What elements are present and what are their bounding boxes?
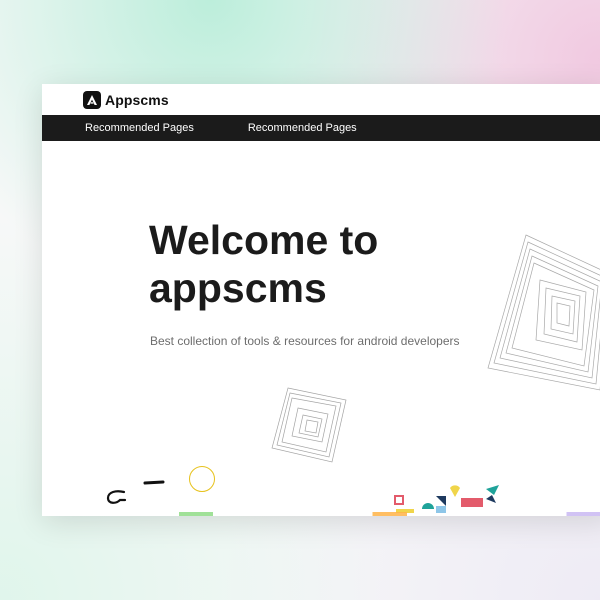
brand-name: Appscms [105,91,169,108]
dash-doodle [143,480,165,485]
nav-link-recommended-pages-2[interactable]: Recommended Pages [248,122,357,134]
browser-window: Appscms Recommended Pages Recommended Pa… [42,84,600,516]
geometric-shapes-decoration [394,485,499,513]
bottom-color-strip [42,512,600,516]
nav-link-recommended-pages-1[interactable]: Recommended Pages [85,122,194,134]
hero-subtitle: Best collection of tools & resources for… [150,334,460,348]
yellow-ring-decoration [189,466,215,492]
site-header: Appscms [42,84,600,115]
hero-section: Welcome to appscms Best collection of to… [149,216,460,348]
appscms-logo-icon [83,90,101,109]
hero-title: Welcome to appscms [149,217,379,311]
wireframe-cube-large-illustration [487,234,600,391]
brand[interactable]: Appscms [83,90,169,109]
main-navbar: Recommended Pages Recommended Pages [42,115,600,141]
wireframe-cube-small-illustration [271,387,347,463]
squiggle-doodle [106,490,127,504]
